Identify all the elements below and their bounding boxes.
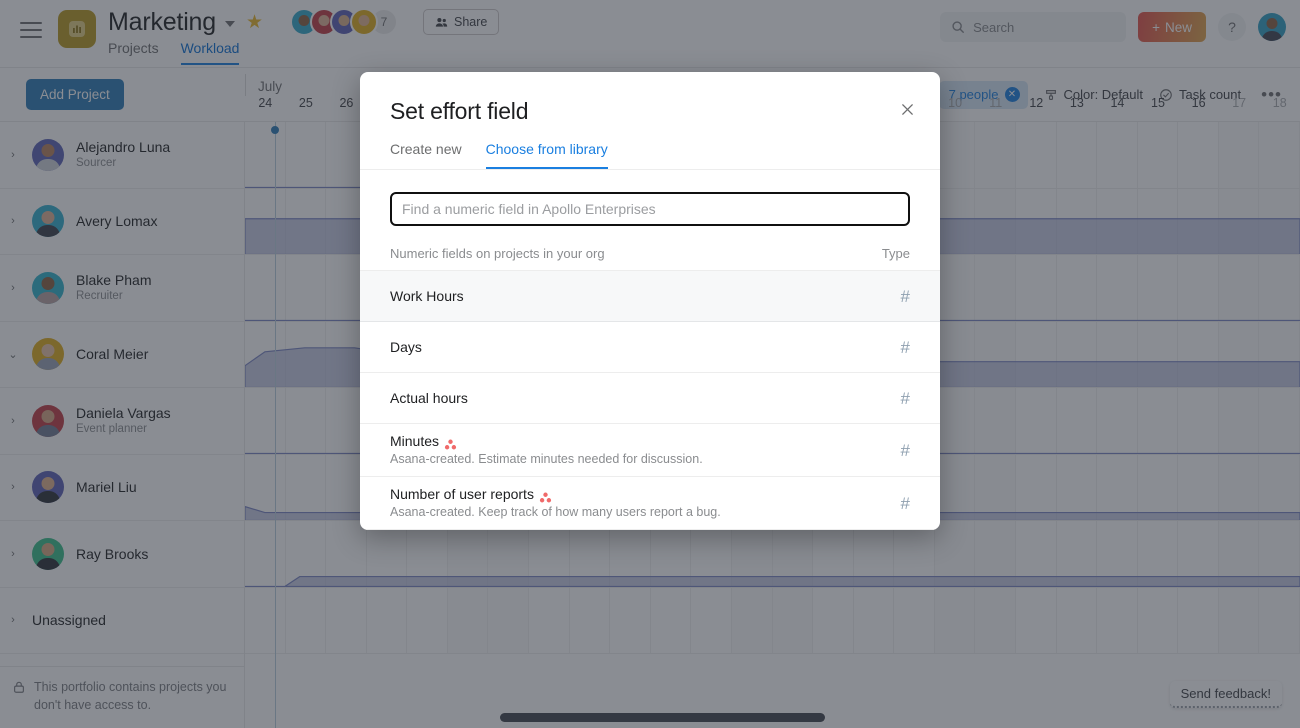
field-list-item[interactable]: Actual hours #: [360, 373, 940, 424]
tab-choose-from-library[interactable]: Choose from library: [485, 141, 608, 169]
set-effort-field-dialog: Set effort field Create new Choose from …: [360, 72, 940, 530]
field-list: Work Hours # Days # Actual hours # Minutes Asan…: [360, 271, 940, 530]
field-info: Actual hours: [390, 390, 468, 406]
field-list-header: Numeric fields on projects in your org T…: [360, 246, 940, 271]
field-name-text: Number of user reports: [390, 486, 534, 502]
dialog-tabs: Create new Choose from library: [390, 141, 910, 169]
field-name: Work Hours: [390, 288, 464, 304]
field-info: Work Hours: [390, 288, 464, 304]
field-description: Asana-created. Keep track of how many us…: [390, 505, 721, 519]
field-name: Actual hours: [390, 390, 468, 406]
asana-logo-icon: [444, 437, 457, 449]
field-name: Number of user reports: [390, 486, 721, 502]
close-icon[interactable]: [896, 98, 918, 120]
field-description: Asana-created. Estimate minutes needed f…: [390, 452, 703, 466]
field-type-header-label: Type: [881, 246, 910, 261]
field-name-text: Days: [390, 339, 422, 355]
field-name: Minutes: [390, 433, 703, 449]
dialog-title: Set effort field: [390, 98, 529, 124]
field-search-area: [360, 170, 940, 246]
field-name-text: Minutes: [390, 433, 440, 449]
field-list-header-label: Numeric fields on projects in your org: [390, 246, 605, 261]
dialog-header: Set effort field Create new Choose from …: [360, 72, 940, 169]
field-list-item[interactable]: Work Hours #: [360, 271, 940, 322]
field-info: Days: [390, 339, 422, 355]
field-name-text: Actual hours: [390, 390, 468, 406]
field-info: Minutes Asana-created. Estimate minutes n…: [390, 433, 703, 466]
hash-icon: #: [900, 337, 910, 357]
field-search-input[interactable]: [389, 191, 911, 227]
hash-icon: #: [900, 441, 910, 460]
hash-icon: #: [900, 388, 910, 408]
field-list-item[interactable]: Days #: [360, 322, 940, 373]
field-name: Days: [390, 339, 422, 355]
field-name-text: Work Hours: [390, 288, 464, 304]
asana-logo-icon: [539, 490, 552, 502]
hash-icon: #: [900, 494, 910, 513]
field-info: Number of user reports Asana-created. Kee…: [390, 486, 721, 519]
field-list-item[interactable]: Minutes Asana-created. Estimate minutes n…: [360, 424, 940, 477]
field-list-item[interactable]: Number of user reports Asana-created. Kee…: [360, 477, 940, 530]
hash-icon: #: [900, 286, 910, 306]
tab-create-new[interactable]: Create new: [390, 141, 462, 169]
